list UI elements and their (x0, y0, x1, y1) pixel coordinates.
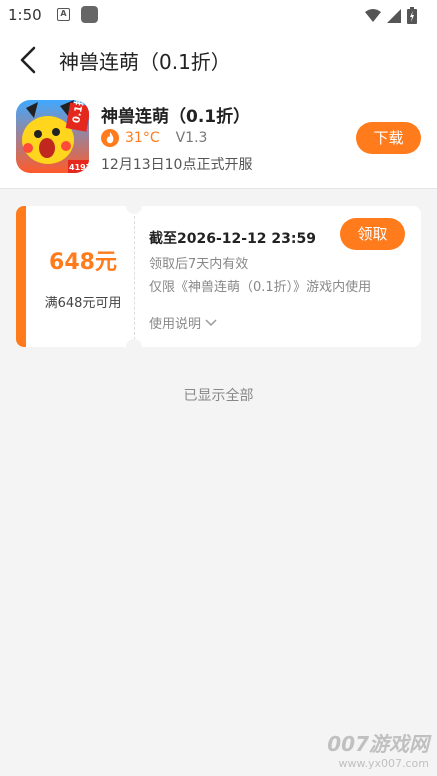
top-app-bar: 神兽连萌（0.1折） (0, 32, 437, 88)
back-chevron-icon (20, 46, 36, 74)
coupon-scope: 仅限《神兽连萌（0.1折）》游戏内使用 (149, 280, 372, 295)
flame-icon (101, 129, 119, 147)
wifi-icon (365, 8, 381, 22)
back-button[interactable] (14, 44, 44, 76)
watermark-url: www.yx007.com (338, 757, 429, 770)
watermark: 007游戏网 www.yx007.com (327, 728, 429, 770)
battery-icon (407, 7, 417, 24)
game-temperature: 31°C (125, 130, 160, 146)
coupon-deadline: 截至2026-12-12 23:59 (149, 231, 316, 247)
coupon-notch-bottom (126, 339, 142, 347)
coupon-validity: 领取后7天内有效 (149, 257, 249, 272)
coupon-accent-stripe (16, 206, 26, 347)
status-time: 1:50 (8, 6, 42, 24)
chevron-down-icon (205, 318, 217, 326)
game-info-card: 0.1折 4197 神兽连萌（0.1折） 31°C V1.3 12月13日10点… (0, 88, 437, 189)
download-button[interactable]: 下载 (356, 122, 421, 154)
usage-instructions-toggle[interactable]: 使用说明 (149, 313, 217, 332)
game-meta: 31°C V1.3 (101, 129, 207, 147)
coupon-condition: 满648元可用 (44, 296, 122, 311)
server-open-date: 12月13日10点正式开服 (101, 157, 253, 173)
game-icon[interactable]: 0.1折 4197 (16, 100, 89, 173)
page-title: 神兽连萌（0.1折） (59, 50, 231, 74)
game-name: 神兽连萌（0.1折） (101, 107, 251, 127)
status-bar: 1:50 A (0, 0, 437, 32)
coupon-amount: 648元 (49, 250, 117, 275)
claim-coupon-button[interactable]: 领取 (340, 218, 405, 250)
coupon-notch-top (126, 206, 142, 214)
coupon-divider (134, 216, 135, 340)
app-notification-icon (81, 6, 98, 23)
all-shown-text: 已显示全部 (183, 388, 254, 404)
game-icon-corner-number: 4197 (69, 163, 89, 172)
signal-icon (387, 8, 401, 23)
usage-instructions-label: 使用说明 (149, 317, 202, 332)
status-icons (365, 7, 417, 24)
watermark-logo-text: 007游戏网 (327, 732, 429, 756)
coupon-card: 648元 满648元可用 截至2026-12-12 23:59 领取后7天内有效… (16, 206, 421, 347)
a-notification-icon: A (57, 8, 70, 21)
game-version: V1.3 (175, 130, 208, 146)
